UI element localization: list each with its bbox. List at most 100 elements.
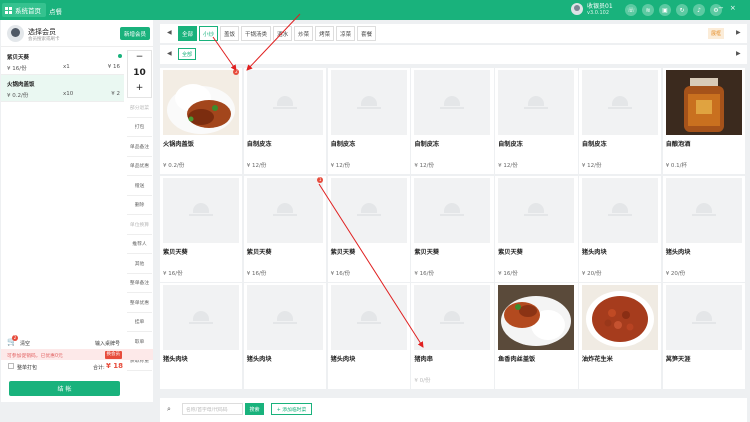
clear-button[interactable]: 清空 — [20, 340, 30, 347]
product-card[interactable]: 自制皮冻 ¥ 12/份 — [578, 68, 662, 174]
category-tabs: 全部 小炒 盖饭 干锅汤类 酒水 炒菜 烤菜 凉菜 套餐 — [178, 26, 377, 41]
category-tab[interactable]: 套餐 — [357, 26, 377, 41]
headset-icon[interactable]: ☏ — [625, 4, 637, 16]
product-card[interactable]: 火锅肉盖饭 ¥ 0.2/份 2 — [160, 68, 243, 174]
product-card[interactable]: 紫贝天葵 ¥ 16/份 — [495, 175, 578, 282]
product-card[interactable]: 鱼香肉丝盖饭 — [495, 283, 578, 389]
pack-row: 整单打包 合计: ¥ 18 — [1, 360, 153, 373]
product-price: ¥ 0/份 — [414, 378, 431, 384]
product-card[interactable]: 猪头肉块 ¥ 20/份 — [662, 175, 746, 282]
dish-placeholder-icon — [498, 70, 575, 135]
product-card[interactable]: 油炸花生米 — [578, 283, 662, 389]
product-card[interactable]: 自制皮冻 ¥ 12/份 — [411, 68, 494, 174]
bell-icon[interactable]: ♪ — [693, 4, 705, 16]
product-card[interactable]: 猪头肉块 — [243, 283, 327, 389]
op-button[interactable]: 删除 — [127, 196, 152, 215]
search-input[interactable]: 名称/首字母/代码码 — [182, 403, 243, 415]
table-number-input[interactable]: 输入桌牌号 — [95, 340, 120, 347]
subcategory-bar: ◀ 全部 ▶ — [160, 45, 747, 64]
member-avatar[interactable] — [7, 25, 24, 42]
op-button[interactable]: 整单备注 — [127, 274, 152, 293]
op-button[interactable]: 赠送 — [127, 176, 152, 196]
category-tab[interactable]: 小炒 — [199, 26, 219, 41]
order-row[interactable]: 紫贝天葵 ¥ 16/份 x1 ¥ 16 — [1, 48, 124, 75]
caret-left-icon[interactable]: ◀ — [167, 29, 172, 36]
product-price: ¥ 0.1/杯 — [665, 163, 688, 169]
quantity-value[interactable]: 10 — [128, 68, 151, 78]
product-price: ¥ 16/份 — [414, 270, 434, 277]
caret-right-icon[interactable]: ▶ — [736, 50, 741, 57]
lock-icon[interactable]: ▣ — [659, 4, 671, 16]
category-tab[interactable]: 全部 — [178, 26, 198, 41]
subcategory-all[interactable]: 全部 — [178, 48, 197, 60]
user-info[interactable]: 收银员01 v3.0.102 — [587, 3, 613, 17]
op-button[interactable]: 单位换算 — [127, 215, 152, 235]
product-name: 猪头肉块 — [665, 248, 691, 256]
avatar[interactable] — [571, 3, 583, 15]
plus-button[interactable]: + — [128, 83, 151, 93]
dish-placeholder-icon — [246, 285, 323, 350]
close-icon[interactable]: × — [730, 4, 736, 12]
product-image — [581, 285, 658, 350]
product-card[interactable]: 猪头肉块 ¥ 20/份 — [578, 175, 662, 282]
minimize-icon[interactable]: − — [718, 4, 724, 12]
toolbar-icons: ☏ ≋ ▣ ↻ ♪ ⚙ — [625, 4, 722, 16]
search-button[interactable]: 搜索 — [245, 403, 264, 415]
op-button[interactable]: 推荐人 — [127, 235, 152, 254]
minus-button[interactable]: − — [128, 52, 151, 62]
cart-badge: 2 — [12, 335, 18, 341]
item-operations: − 10 + 部分退菜 打包 单品备注 单品优惠 赠送 删除 单位换算 推荐人 其他 整单备注 整单… — [127, 50, 152, 371]
category-tab[interactable]: 烤菜 — [315, 26, 335, 41]
order-row[interactable]: 火锅肉盖饭 ¥ 0.2/份 x10 ¥ 2 — [1, 75, 124, 102]
refresh-icon[interactable]: ↻ — [676, 4, 688, 16]
category-tab[interactable]: 盖饭 — [220, 26, 240, 41]
product-card[interactable]: 自制皮冻 ¥ 12/份 — [327, 68, 410, 174]
op-button[interactable]: 整单优惠 — [127, 293, 152, 313]
product-card[interactable]: 紫贝天葵 ¥ 16/份 1 — [243, 175, 327, 282]
dish-placeholder-icon — [665, 285, 742, 350]
product-card[interactable]: 紫贝天葵 ¥ 16/份 — [327, 175, 410, 282]
product-card[interactable]: 紫贝天葵 ¥ 16/份 — [411, 175, 494, 282]
product-price: ¥ 16/份 — [163, 270, 183, 277]
op-button[interactable]: 其他 — [127, 254, 152, 274]
op-button[interactable]: 挂单 — [127, 313, 152, 332]
order-tab[interactable]: 点餐 — [49, 6, 62, 16]
product-card[interactable]: 自制皮冻 ¥ 12/份 — [243, 68, 327, 174]
menu-panel: ◀ 全部 小炒 盖饭 干锅汤类 酒水 炒菜 烤菜 凉菜 套餐 展框 ▶ ◀ 全部 ▶ 火锅肉盖饭… — [160, 20, 750, 422]
change-member-button[interactable]: 换会员 — [104, 351, 122, 359]
pack-checkbox[interactable] — [8, 363, 14, 369]
order-panel: 选择会员 会员搜索或刷卡 新增会员 紫贝天葵 ¥ 16/份 x1 ¥ 16 火锅… — [1, 20, 153, 402]
caret-right-icon[interactable]: ▶ — [736, 29, 741, 36]
add-member-button[interactable]: 新增会员 — [120, 27, 150, 40]
dish-placeholder-icon — [414, 177, 491, 243]
op-button[interactable]: 打包 — [127, 118, 152, 137]
add-temp-dish-button[interactable]: + 添加临时菜 — [271, 403, 312, 415]
product-name: 猪头肉块 — [330, 356, 356, 363]
caret-left-icon[interactable]: ◀ — [167, 50, 172, 57]
product-card[interactable]: 紫贝天葵 ¥ 16/份 — [160, 175, 243, 282]
op-button[interactable]: 单品优惠 — [127, 157, 152, 176]
view-toggle-button[interactable]: 展框 — [708, 28, 725, 39]
product-card[interactable]: 猪肉串 ¥ 0/份 — [411, 283, 494, 389]
product-card[interactable]: 猪头肉块 — [327, 283, 410, 389]
home-tab[interactable]: 系统首页 — [2, 3, 46, 17]
product-image — [665, 70, 742, 135]
category-tab[interactable]: 凉菜 — [336, 26, 356, 41]
quantity-badge: 1 — [317, 176, 324, 183]
wifi-icon[interactable]: ≋ — [642, 4, 654, 16]
product-card[interactable]: 莴笋天涯 — [662, 283, 746, 389]
product-card[interactable]: 自制皮冻 ¥ 12/份 — [495, 68, 578, 174]
op-button[interactable]: 部分退菜 — [127, 98, 152, 118]
op-button[interactable]: 单品备注 — [127, 137, 152, 157]
product-card[interactable]: 自酿泡酒 ¥ 0.1/杯 — [662, 68, 746, 174]
product-name: 自酿泡酒 — [665, 141, 691, 148]
dish-placeholder-icon — [414, 70, 491, 135]
category-tab[interactable]: 酒水 — [273, 26, 293, 41]
category-tab[interactable]: 干锅汤类 — [241, 26, 272, 41]
product-card[interactable]: 猪头肉块 — [160, 283, 243, 389]
order-item-price: ¥ 0.2/份 — [7, 93, 29, 99]
dish-placeholder-icon — [581, 70, 658, 135]
checkout-button[interactable]: 结 帐 — [9, 381, 120, 396]
product-name: 油炸花生米 — [581, 356, 613, 363]
category-tab[interactable]: 炒菜 — [294, 26, 314, 41]
